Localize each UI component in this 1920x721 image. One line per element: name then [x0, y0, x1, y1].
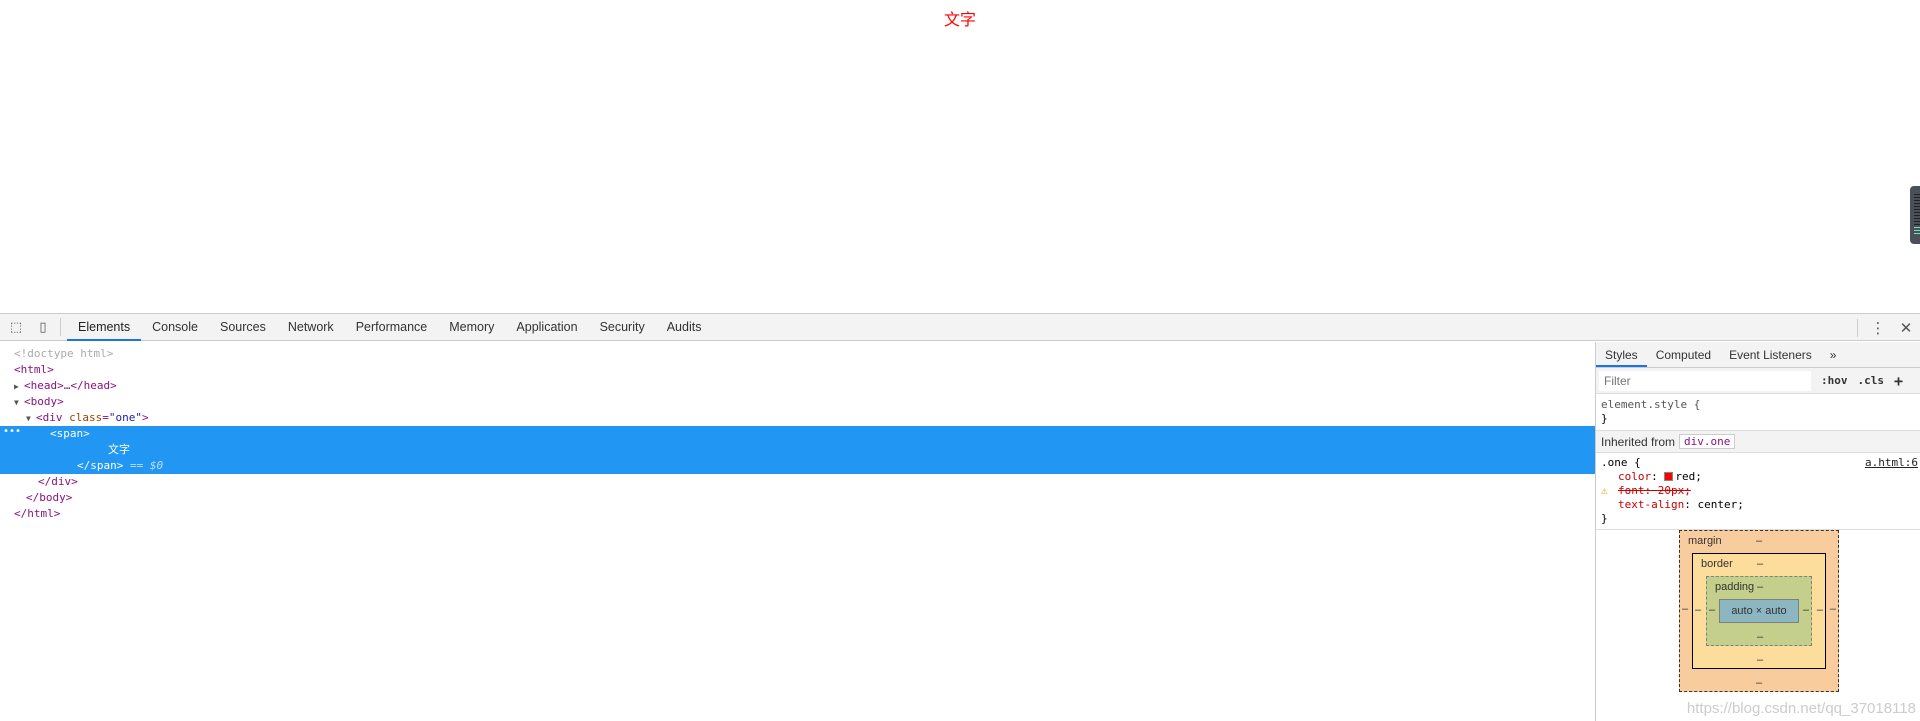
- tab-application[interactable]: Application: [505, 314, 588, 341]
- margin-right: –: [1829, 603, 1836, 615]
- prop-value: red: [1675, 470, 1696, 483]
- box-model-border[interactable]: border – – – – padding – – – – auto × au…: [1692, 553, 1826, 669]
- tab-audits[interactable]: Audits: [656, 314, 713, 341]
- prop-value: 20px: [1657, 484, 1685, 497]
- tree-node-html-close[interactable]: </html>: [0, 506, 1595, 522]
- margin-top: –: [1756, 535, 1763, 547]
- styles-sidebar: Styles Computed Event Listeners » :hov .…: [1595, 342, 1920, 721]
- inherited-node-link[interactable]: div.one: [1679, 434, 1736, 449]
- handle-grip-line: [1914, 200, 1920, 201]
- tab-event-listeners[interactable]: Event Listeners: [1720, 342, 1821, 367]
- styles-filter-input[interactable]: [1599, 370, 1811, 391]
- handle-grip-line: [1914, 215, 1920, 216]
- element-style-selector: element.style {: [1601, 398, 1701, 411]
- page-viewport: 文字: [0, 0, 1920, 313]
- expand-triangle-icon[interactable]: ▶: [14, 379, 24, 395]
- handle-grip-line: [1914, 230, 1920, 231]
- tab-styles[interactable]: Styles: [1596, 342, 1647, 367]
- one-rule[interactable]: .one { a.html:6 color: red; ⚠ font: 20px;…: [1596, 453, 1920, 530]
- prop-name: font: [1618, 484, 1645, 497]
- prop-text-align[interactable]: text-align: center;: [1601, 498, 1915, 512]
- span-open-tag: <span>: [50, 427, 90, 440]
- handle-grip-line: [1914, 233, 1920, 234]
- padding-top: –: [1757, 581, 1764, 593]
- inherited-header: Inherited from div.one: [1596, 431, 1920, 453]
- add-rule-button[interactable]: +: [1894, 372, 1903, 390]
- border-top: –: [1757, 558, 1764, 570]
- prop-value: center: [1697, 498, 1738, 511]
- close-brace: }: [1601, 412, 1608, 425]
- handle-grip-line: [1914, 227, 1920, 228]
- margin-left: –: [1682, 603, 1689, 615]
- handle-grip-line: [1914, 206, 1920, 207]
- extension-handle[interactable]: [1910, 186, 1920, 244]
- span-close-tag: </span> == $0: [77, 459, 164, 472]
- padding-left: –: [1709, 604, 1716, 616]
- warning-icon: ⚠: [1601, 484, 1608, 497]
- box-model-margin[interactable]: margin – – – – border – – – – padding – …: [1679, 530, 1839, 692]
- tree-node-head[interactable]: ▶ <head>…</head>: [0, 378, 1595, 394]
- handle-grip-line: [1914, 221, 1920, 222]
- prop-name: text-align: [1618, 498, 1685, 511]
- tab-network[interactable]: Network: [277, 314, 345, 341]
- handle-grip-line: [1914, 218, 1920, 219]
- inherited-label: Inherited from: [1601, 434, 1676, 449]
- collapse-triangle-icon[interactable]: ▼: [14, 395, 24, 411]
- prop-font[interactable]: ⚠ font: 20px;: [1601, 484, 1915, 498]
- devtools-panel: ⬚ ▯ Elements Console Sources Network Per…: [0, 313, 1920, 721]
- tab-sources[interactable]: Sources: [209, 314, 277, 341]
- padding-label: padding: [1715, 581, 1755, 593]
- page-text: 文字: [943, 10, 976, 29]
- element-style-rule[interactable]: element.style { }: [1596, 394, 1920, 431]
- handle-grip-line: [1914, 203, 1920, 204]
- padding-bottom: –: [1757, 631, 1764, 643]
- collapse-triangle-icon[interactable]: ▼: [26, 411, 36, 427]
- border-right: –: [1816, 604, 1823, 616]
- tab-security[interactable]: Security: [589, 314, 656, 341]
- close-icon[interactable]: ✕: [1892, 319, 1920, 337]
- tree-node-div-close[interactable]: </div>: [0, 474, 1595, 490]
- handle-grip-line: [1914, 212, 1920, 213]
- border-label: border: [1701, 558, 1733, 570]
- handle-grip-line: [1914, 224, 1920, 225]
- more-tabs-icon[interactable]: »: [1821, 342, 1846, 367]
- tree-node-doctype[interactable]: <!doctype html>: [0, 346, 1595, 362]
- tab-console[interactable]: Console: [141, 314, 209, 341]
- color-swatch[interactable]: [1664, 472, 1674, 481]
- margin-bottom: –: [1756, 677, 1763, 689]
- tree-node-div[interactable]: ▼ <div class="one">: [0, 410, 1595, 426]
- close-brace: }: [1601, 512, 1608, 525]
- border-bottom: –: [1757, 654, 1764, 666]
- selected-node-span[interactable]: ••• <span> 文字 </span> == $0: [0, 426, 1595, 474]
- tab-computed[interactable]: Computed: [1647, 342, 1720, 367]
- prop-color[interactable]: color: red;: [1601, 470, 1915, 484]
- tree-node-body[interactable]: ▼ <body>: [0, 394, 1595, 410]
- handle-grip-line: [1914, 194, 1920, 195]
- tab-performance[interactable]: Performance: [345, 314, 439, 341]
- handle-grip-line: [1914, 209, 1920, 210]
- elements-tree: <!doctype html> <html> ▶ <head>…</head> ▼…: [0, 342, 1595, 721]
- device-toolbar-icon[interactable]: ▯: [32, 316, 54, 338]
- span-text-node: 文字: [108, 443, 130, 456]
- padding-right: –: [1802, 604, 1809, 616]
- cls-button[interactable]: .cls: [1858, 374, 1885, 387]
- border-left: –: [1695, 604, 1702, 616]
- watermark: https://blog.csdn.net/qq_37018118: [1686, 700, 1916, 717]
- tree-node-html[interactable]: <html>: [0, 362, 1595, 378]
- prop-name: color: [1618, 470, 1652, 483]
- tab-elements[interactable]: Elements: [67, 314, 142, 341]
- more-vert-icon[interactable]: ⋮: [1864, 319, 1892, 337]
- margin-label: margin: [1688, 535, 1722, 547]
- handle-grip-line: [1914, 197, 1920, 198]
- devtools-toolbar: ⬚ ▯ Elements Console Sources Network Per…: [0, 314, 1920, 341]
- divider: [60, 318, 61, 336]
- rule-source-link[interactable]: a.html:6: [1865, 456, 1918, 469]
- inspect-element-icon[interactable]: ⬚: [5, 316, 27, 338]
- divider: [1857, 318, 1858, 337]
- tree-node-body-close[interactable]: </body>: [0, 490, 1595, 506]
- hov-button[interactable]: :hov: [1821, 374, 1848, 387]
- box-model-padding[interactable]: padding – – – – auto × auto: [1706, 576, 1812, 646]
- tab-memory[interactable]: Memory: [438, 314, 505, 341]
- box-model-content[interactable]: auto × auto: [1719, 599, 1799, 623]
